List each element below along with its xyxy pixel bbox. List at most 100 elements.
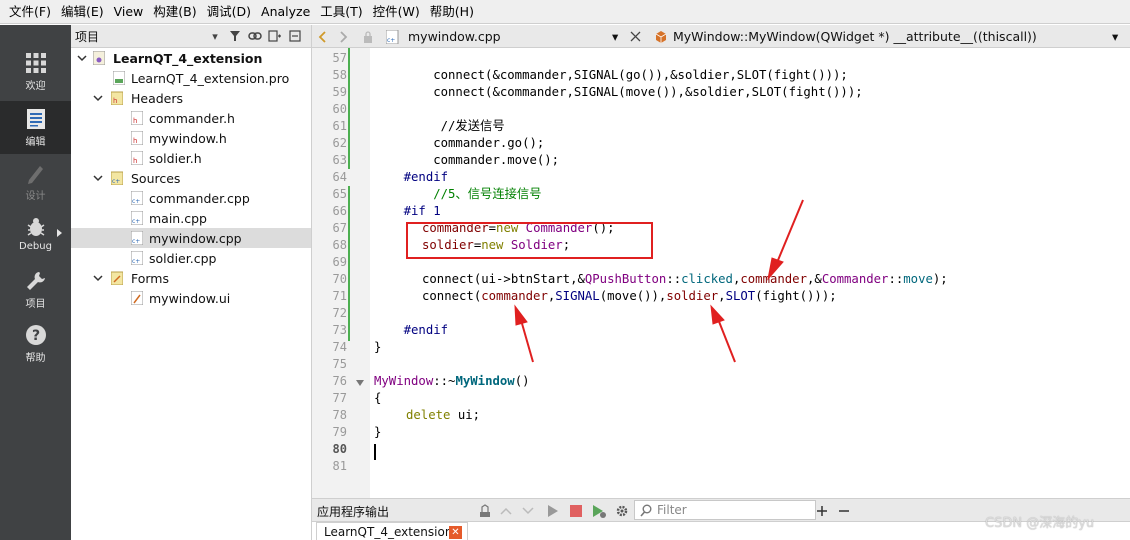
header-file-icon: h xyxy=(131,131,143,145)
back-icon[interactable] xyxy=(318,25,328,48)
symbol-selector[interactable]: MyWindow::MyWindow(QWidget *) __attribut… xyxy=(673,25,1037,48)
chevron-down-icon[interactable] xyxy=(77,53,87,63)
close-tab-icon[interactable]: ✕ xyxy=(449,526,462,539)
tree-item-headers[interactable]: h Headers xyxy=(71,88,311,108)
chevron-down-icon[interactable] xyxy=(93,93,103,103)
document-dropdown-icon[interactable]: ▾ xyxy=(612,25,618,48)
menu-bar: 文件(F) 编辑(E) View 构建(B) 调试(D) Analyze 工具(… xyxy=(0,0,1130,24)
output-tab-label: LearnQT_4_extension xyxy=(324,524,453,539)
mode-debug[interactable]: Debug xyxy=(0,207,71,260)
cpp-file-icon: c+ xyxy=(131,231,143,245)
scroll-down-icon[interactable] xyxy=(522,499,534,523)
symbol-dropdown-icon[interactable]: ▾ xyxy=(1112,25,1118,48)
tree-item-project[interactable]: LearnQT_4_extension xyxy=(71,48,311,68)
line-number: 66 xyxy=(332,204,347,218)
debug-arrow-icon xyxy=(57,229,62,237)
tree-item-sources[interactable]: c+ Sources xyxy=(71,168,311,188)
project-toolbar: 项目 ▾ xyxy=(71,25,311,48)
mode-welcome[interactable]: 欢迎 xyxy=(0,45,71,98)
view-dropdown-icon[interactable]: ▾ xyxy=(205,27,225,45)
zoom-out-icon[interactable] xyxy=(838,499,850,523)
mode-label-help: 帮助 xyxy=(25,352,46,364)
close-document-icon[interactable] xyxy=(630,25,641,48)
tree-label-sources: Sources xyxy=(131,170,181,186)
tree-item-main-cpp[interactable]: c+ main.cpp xyxy=(71,208,311,228)
code-line-79: } xyxy=(374,425,382,439)
line-number: 75 xyxy=(332,357,347,371)
tree-item-mywindow-ui[interactable]: mywindow.ui xyxy=(71,288,311,308)
project-panel: 项目 ▾ LearnQT_4_extension LearnQT_4_exten… xyxy=(71,25,312,540)
token-text: ui; xyxy=(450,408,481,422)
link-icon[interactable] xyxy=(245,27,265,45)
line-number: 57 xyxy=(332,51,347,65)
help-icon: ? xyxy=(25,324,46,345)
tree-item-mywindow-h[interactable]: h mywindow.h xyxy=(71,128,311,148)
mode-label-projects: 项目 xyxy=(25,298,46,310)
line-number: 77 xyxy=(332,391,347,405)
line-number: 76 xyxy=(332,374,347,388)
close-panel-icon[interactable] xyxy=(285,27,305,45)
document-selector[interactable]: mywindow.cpp xyxy=(408,25,501,48)
mode-design[interactable]: 设计 xyxy=(0,155,71,208)
menu-build[interactable]: 构建(B) xyxy=(148,0,201,24)
tree-label-headers: Headers xyxy=(131,90,184,106)
zoom-in-icon[interactable] xyxy=(816,499,828,523)
menu-help[interactable]: 帮助(H) xyxy=(425,0,479,24)
menu-edit[interactable]: 编辑(E) xyxy=(56,0,109,24)
tree-label-main-cpp: main.cpp xyxy=(149,210,207,226)
forward-icon[interactable] xyxy=(338,25,348,48)
menu-tools[interactable]: 工具(T) xyxy=(315,0,367,24)
tree-item-pro-file[interactable]: LearnQT_4_extension.pro xyxy=(71,68,311,88)
menu-file[interactable]: 文件(F) xyxy=(4,0,56,24)
menu-analyze[interactable]: Analyze xyxy=(256,0,315,24)
chevron-down-icon[interactable] xyxy=(93,273,103,283)
token-variable: commander xyxy=(740,272,807,286)
mode-help[interactable]: ? 帮助 xyxy=(0,317,71,370)
run-debug-icon[interactable] xyxy=(592,499,606,523)
menu-view[interactable]: View xyxy=(109,0,149,24)
line-number: 62 xyxy=(332,136,347,150)
token-punct: ,& xyxy=(807,272,822,286)
run-icon[interactable] xyxy=(547,499,559,523)
tree-item-forms[interactable]: Forms xyxy=(71,268,311,288)
menu-debug[interactable]: 调试(D) xyxy=(202,0,256,24)
svg-text:c+: c+ xyxy=(132,238,140,245)
token-punct: ); xyxy=(932,272,948,286)
cpp-file-icon: c+ xyxy=(131,211,143,225)
code-line-66: #if 1 xyxy=(374,204,441,218)
change-marker xyxy=(348,186,350,341)
code-area[interactable]: connect(&commander,SIGNAL(go()),&soldier… xyxy=(370,48,1130,498)
menu-controls[interactable]: 控件(W) xyxy=(368,0,425,24)
code-editor[interactable]: 57 58 59 60 61 62 63 64 65 66 67 68 69 7… xyxy=(312,48,1130,498)
svg-text:c+: c+ xyxy=(387,37,395,44)
tree-item-mywindow-cpp[interactable]: c+ mywindow.cpp xyxy=(71,228,311,248)
stop-icon[interactable] xyxy=(570,499,582,523)
tree-item-commander-cpp[interactable]: c+ commander.cpp xyxy=(71,188,311,208)
chevron-down-icon[interactable] xyxy=(93,173,103,183)
token-macro: SIGNAL xyxy=(555,289,600,303)
tree-item-soldier-h[interactable]: h soldier.h xyxy=(71,148,311,168)
tree-item-commander-h[interactable]: h commander.h xyxy=(71,108,311,128)
scroll-up-icon[interactable] xyxy=(500,499,512,523)
output-tab[interactable]: LearnQT_4_extension ✕ xyxy=(316,522,468,540)
settings-gear-icon[interactable] xyxy=(615,499,629,523)
code-line-63: commander.move(); xyxy=(374,153,560,167)
tree-item-soldier-cpp[interactable]: c+ soldier.cpp xyxy=(71,248,311,268)
mode-projects[interactable]: 项目 xyxy=(0,263,71,316)
svg-text:c+: c+ xyxy=(132,218,140,225)
line-number: 67 xyxy=(332,221,347,235)
attach-icon[interactable] xyxy=(478,499,492,523)
line-number: 58 xyxy=(332,68,347,82)
code-line-78: delete ui; xyxy=(406,407,480,424)
svg-text:h: h xyxy=(133,137,137,145)
code-line-58: connect(&commander,SIGNAL(go()),&soldier… xyxy=(374,68,848,82)
mode-edit[interactable]: 编辑 xyxy=(0,101,71,154)
line-number: 72 xyxy=(332,306,347,320)
fold-toggle-icon[interactable] xyxy=(356,380,364,386)
line-number: 64 xyxy=(332,170,347,184)
filter-placeholder: Filter xyxy=(657,503,687,517)
split-icon[interactable] xyxy=(265,27,285,45)
output-filter-input[interactable]: Filter xyxy=(634,500,816,520)
filter-icon[interactable] xyxy=(225,27,245,45)
line-number: 74 xyxy=(332,340,347,354)
